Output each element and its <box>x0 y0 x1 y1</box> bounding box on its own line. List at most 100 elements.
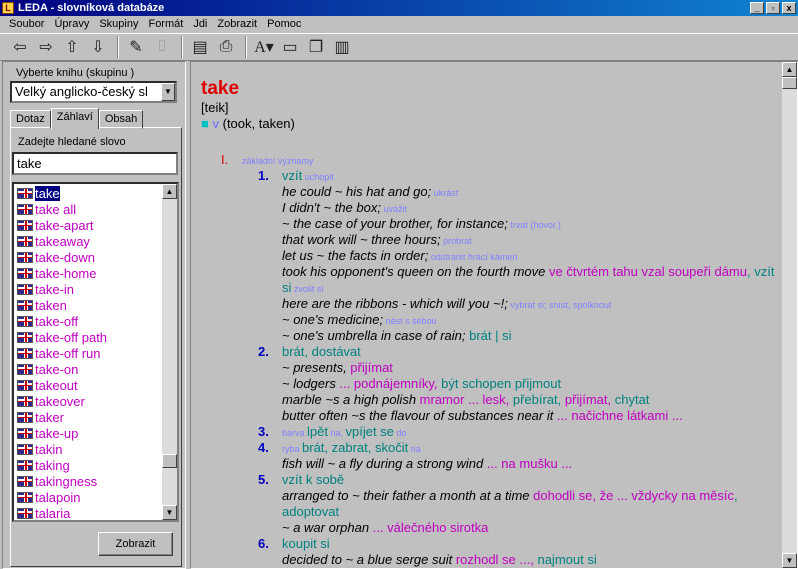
example-line: ~ the case of your brother, for instance… <box>282 216 561 231</box>
menu-zobrazit[interactable]: Zobrazit <box>212 17 262 32</box>
forms-text: (took, taken) <box>222 116 295 131</box>
windows-cascade-icon[interactable]: ❐ <box>304 36 328 58</box>
book-select[interactable]: Velký anglicko-český sl ▼ <box>10 81 177 103</box>
example-line: let us ~ the facts in order; odstranit h… <box>282 248 517 263</box>
list-item[interactable]: taking <box>14 457 164 473</box>
scroll-thumb[interactable] <box>782 77 797 89</box>
sense-group-note: základní významy <box>241 156 314 166</box>
close-button[interactable]: x <box>782 2 796 14</box>
toolbar-separator <box>181 36 183 58</box>
uk-flag-icon <box>17 427 33 439</box>
sense-number: 5. <box>258 472 269 487</box>
edit-note-icon[interactable]: ✎ <box>124 36 148 58</box>
list-item[interactable]: take-on <box>14 361 164 377</box>
example-text: here are the ribbons - which will you ~!… <box>282 296 508 311</box>
arrow-down-icon[interactable]: ⇩ <box>86 36 110 58</box>
uk-flag-icon <box>17 315 33 327</box>
scroll-down-button[interactable]: ▼ <box>162 505 177 520</box>
tab-obsah[interactable]: Obsah <box>98 110 144 129</box>
scroll-thumb[interactable] <box>162 454 177 468</box>
tab-dotaz[interactable]: Dotaz <box>10 110 51 129</box>
list-item[interactable]: take-off <box>14 313 164 329</box>
uk-flag-icon <box>17 379 33 391</box>
menu-upravy[interactable]: Úpravy <box>49 17 94 32</box>
show-button[interactable]: Zobrazit <box>98 532 173 556</box>
translation: být schopen přijmout <box>441 376 562 391</box>
list-item[interactable]: take all <box>14 201 164 217</box>
list-item[interactable]: talapoin <box>14 489 164 505</box>
example-text: ~ lodgers <box>282 376 340 391</box>
uk-flag-icon <box>17 331 33 343</box>
list-item[interactable]: takeout <box>14 377 164 393</box>
example-text: that work will ~ three hours; <box>282 232 441 247</box>
list-item[interactable]: take-up <box>14 425 164 441</box>
example-text: ~ one's medicine; <box>282 312 384 327</box>
book-label: Vyberte knihu (skupinu ) <box>16 67 135 79</box>
translation: ve čtvrtém tahu vzal soupeři dámu <box>549 264 747 279</box>
minimize-button[interactable]: _ <box>750 2 764 14</box>
arrow-right-icon[interactable]: ⇨ <box>34 36 58 58</box>
entry-scrollbar[interactable]: ▲ ▼ <box>782 62 797 568</box>
word-label: taking <box>35 457 70 473</box>
list-item[interactable]: takeover <box>14 393 164 409</box>
arrow-left-icon[interactable]: ⇦ <box>8 36 32 58</box>
entry-content: take [teik] ■ v (took, taken) I. základn… <box>191 62 783 568</box>
uk-flag-icon <box>17 267 33 279</box>
list-item[interactable]: take-down <box>14 249 164 265</box>
tab-zahlavi[interactable]: Záhlaví <box>50 108 99 129</box>
list-item[interactable]: take-home <box>14 265 164 281</box>
list-item[interactable]: takin <box>14 441 164 457</box>
scroll-down-button[interactable]: ▼ <box>782 553 797 568</box>
translation: rozhodl se ..., <box>455 552 534 567</box>
menu-skupiny[interactable]: Skupiny <box>94 17 143 32</box>
translation: mramor ... lesk, <box>419 392 513 407</box>
word-label: take-apart <box>35 217 94 233</box>
menu-pomoc[interactable]: Pomoc <box>262 17 306 32</box>
translation: brát, dostávat <box>282 344 361 359</box>
search-input[interactable]: take <box>12 152 178 175</box>
example-text: I didn't ~ the box; <box>282 200 381 215</box>
list-item[interactable]: take-off path <box>14 329 164 345</box>
uk-flag-icon <box>17 363 33 375</box>
list-item[interactable]: take-in <box>14 281 164 297</box>
font-icon[interactable]: A▾ <box>252 36 276 58</box>
example-line: that work will ~ three hours; probrat <box>282 232 472 247</box>
arrow-up-icon[interactable]: ⇧ <box>60 36 84 58</box>
list-item[interactable]: taken <box>14 297 164 313</box>
example-line: ~ one's umbrella in case of rain; brát |… <box>282 328 512 343</box>
scroll-up-button[interactable]: ▲ <box>782 62 797 77</box>
list-item[interactable]: takeaway <box>14 233 164 249</box>
menu-jdi[interactable]: Jdi <box>188 17 212 32</box>
uk-flag-icon <box>17 299 33 311</box>
list-item[interactable]: take-off run <box>14 345 164 361</box>
list-item[interactable]: takingness <box>14 473 164 489</box>
example-line: decided to ~ a blue serge suit rozhodl s… <box>282 552 597 567</box>
tab-strip: Dotaz Záhlaví Obsah <box>10 108 144 129</box>
list-item[interactable]: take-apart <box>14 217 164 233</box>
menu-format[interactable]: Formát <box>143 17 188 32</box>
list-item[interactable]: take <box>14 185 164 201</box>
word-list[interactable]: take take all take-apart takeaway take-down t… <box>12 182 179 522</box>
headword: take <box>201 78 240 99</box>
usage-note: odstranit hrací kámen <box>428 252 518 262</box>
maximize-button[interactable]: ▫ <box>766 2 780 14</box>
translation: přijímat, <box>564 392 615 407</box>
window-icon[interactable]: ▭ <box>278 36 302 58</box>
translation: ... válečného sirotka <box>372 520 489 535</box>
chevron-down-icon[interactable]: ▼ <box>161 83 175 101</box>
word-list-scrollbar[interactable]: ▲ ▼ <box>162 184 177 520</box>
menu-soubor[interactable]: Soubor <box>4 17 49 32</box>
list-item[interactable]: taker <box>14 409 164 425</box>
example-line: ~ one's medicine; nést s sebou <box>282 312 437 327</box>
scroll-up-button[interactable]: ▲ <box>162 184 177 199</box>
example-line: I didn't ~ the box; uvážit <box>282 200 407 215</box>
printer-icon[interactable]: ⎙ <box>214 36 238 58</box>
uk-flag-icon <box>17 443 33 455</box>
list-item[interactable]: talaria <box>14 505 164 520</box>
entry-panel: take [teik] ■ v (took, taken) I. základn… <box>190 61 798 569</box>
sense-line: 1. vzít uchopit <box>258 168 334 183</box>
paperclip-icon[interactable]: ⌷ <box>150 36 174 58</box>
document-icon[interactable]: ▤ <box>188 36 212 58</box>
toolbar-separator <box>117 36 119 58</box>
book-icon[interactable]: ▥ <box>330 36 354 58</box>
